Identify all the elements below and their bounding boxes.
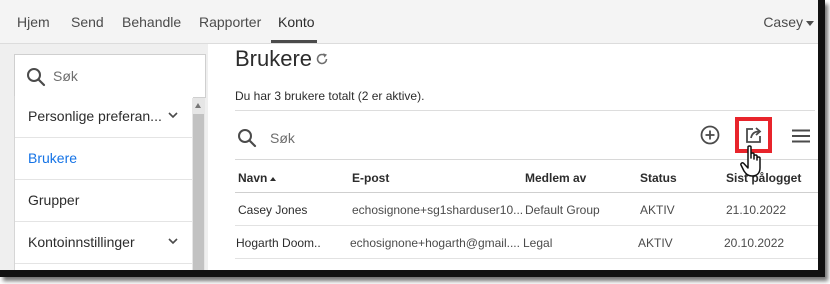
cell-email: echosignone+hogarth@gmail.... xyxy=(350,236,520,250)
table-row[interactable]: Hogarth Doom.. echosignone+hogarth@gmail… xyxy=(235,226,818,259)
column-header-medlem-av[interactable]: Medlem av xyxy=(525,171,586,185)
nav-item-rapporter[interactable]: Rapporter xyxy=(199,14,261,30)
sidebar-item-kontoinnstillinger[interactable]: Kontoinnstillinger xyxy=(15,222,193,264)
divider xyxy=(235,110,815,111)
sidebar-item-label: Personlige preferan... xyxy=(28,108,162,124)
table-row[interactable]: Casey Jones echosignone+sg1sharduser10..… xyxy=(235,193,818,226)
user-menu[interactable]: Casey xyxy=(763,14,814,30)
column-header-epost[interactable]: E-post xyxy=(352,171,389,185)
export-icon[interactable] xyxy=(744,125,764,145)
nav-item-hjem[interactable]: Hjem xyxy=(17,14,50,30)
cell-group: Legal xyxy=(523,236,553,250)
sidebar-item-label: Kontoinnstillinger xyxy=(28,234,135,250)
top-navigation: Hjem Send Behandle Rapporter Konto Casey xyxy=(0,0,818,44)
window: Hjem Send Behandle Rapporter Konto Casey… xyxy=(0,0,825,277)
menu-icon[interactable] xyxy=(792,129,810,143)
sidebar-item-label: Grupper xyxy=(28,192,80,208)
sidebar-menu: Personlige preferan... Brukere Grupper K… xyxy=(14,96,193,270)
cell-name: Casey Jones xyxy=(238,203,308,217)
nav-item-konto[interactable]: Konto xyxy=(278,14,315,30)
table-header: Navn E-post Medlem av Status Sist pålogg… xyxy=(235,159,818,193)
cell-status: AKTIV xyxy=(640,203,675,217)
refresh-icon[interactable] xyxy=(315,52,329,66)
sidebar-scrollbar[interactable] xyxy=(192,98,205,270)
nav-item-send[interactable]: Send xyxy=(71,14,104,30)
search-icon xyxy=(27,68,46,87)
sidebar-item-personlige-preferanser[interactable]: Personlige preferan... xyxy=(15,96,193,138)
chevron-down-icon xyxy=(168,238,178,245)
column-label: Navn xyxy=(238,171,268,185)
sidebar-item-brukere[interactable]: Brukere xyxy=(15,138,193,180)
nav-item-behandle[interactable]: Behandle xyxy=(122,14,181,30)
main-content: Brukere Du har 3 brukere totalt (2 er ak… xyxy=(221,44,818,270)
cell-last-login: 20.10.2022 xyxy=(724,236,785,250)
cell-group: Default Group xyxy=(525,203,600,217)
sidebar-search-placeholder: Søk xyxy=(53,68,78,84)
sidebar-item-label: Brukere xyxy=(28,150,78,166)
cell-name: Hogarth Doom.. xyxy=(236,236,321,250)
user-name: Casey xyxy=(763,14,803,30)
user-count-summary: Du har 3 brukere totalt (2 er aktive). xyxy=(235,89,425,103)
sidebar: Søk Personlige preferan... Brukere Grupp… xyxy=(0,44,208,270)
column-header-status[interactable]: Status xyxy=(640,171,677,185)
hand-cursor-icon xyxy=(740,145,761,177)
sort-ascending-icon xyxy=(270,176,277,181)
active-tab-indicator xyxy=(271,40,317,43)
scroll-up-arrow-icon[interactable] xyxy=(195,103,201,108)
user-search-input[interactable]: Søk xyxy=(270,130,295,146)
chevron-down-icon xyxy=(168,112,178,119)
search-icon[interactable] xyxy=(237,128,257,148)
sidebar-item-grupper[interactable]: Grupper xyxy=(15,180,193,222)
cell-email: echosignone+sg1sharduser10... xyxy=(352,203,524,217)
page-title: Brukere xyxy=(235,46,313,71)
scrollbar-thumb[interactable] xyxy=(193,114,204,270)
cell-last-login: 21.10.2022 xyxy=(726,203,787,217)
sidebar-search-input[interactable]: Søk xyxy=(14,54,206,98)
chevron-down-icon xyxy=(806,20,814,26)
cell-status: AKTIV xyxy=(638,236,673,250)
column-header-navn[interactable]: Navn xyxy=(238,171,277,185)
add-user-icon[interactable] xyxy=(700,125,720,145)
